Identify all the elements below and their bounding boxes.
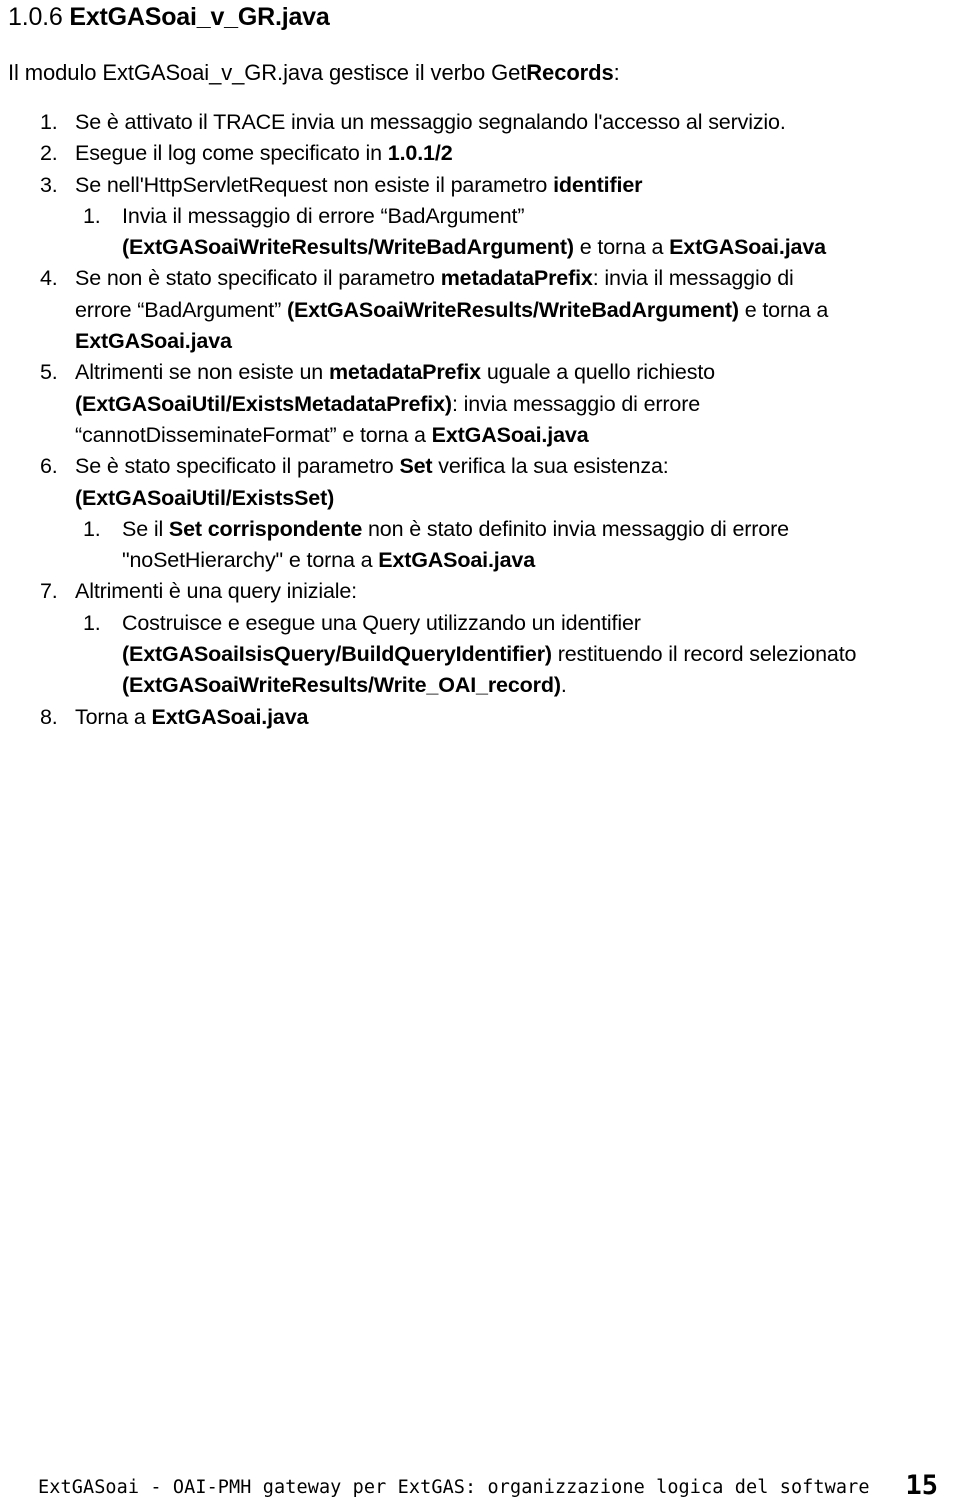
body-text: non è stato definito invia messaggio di …	[362, 516, 789, 541]
body-text: e torna a	[573, 235, 670, 260]
body-text: Se è attivato il TRACE invia un messaggi…	[75, 110, 786, 134]
body-text: Altrimenti se non esiste un	[75, 360, 329, 385]
emphasis-text: ExtGASoai.java	[75, 329, 232, 354]
outline-item: 1. Invia il messaggio di errore “BadArgum…	[0, 201, 960, 264]
body-text: Invia il messaggio di errore “BadArgumen…	[122, 203, 525, 228]
outline-item-marker: 3.	[40, 172, 58, 197]
emphasis-text: (ExtGASoaiWriteResults/WriteBadArgument)	[286, 297, 739, 322]
outline-item-marker: 2.	[40, 141, 58, 166]
outline-item-line: Se non è stato specificato il parametro …	[75, 263, 952, 294]
body-text: Se il	[122, 516, 169, 541]
outline-item-marker: 1.	[83, 203, 101, 228]
intro-verb-plain: Get	[491, 60, 527, 85]
outline-item-line: "noSetHierarchy" e torna a ExtGASoai.jav…	[122, 545, 952, 576]
emphasis-text: ExtGASoai.java	[669, 235, 826, 260]
outline-item-marker: 1.	[83, 610, 101, 635]
emphasis-text: 1.0.1/2	[387, 141, 453, 166]
section-number: 1.0.6	[8, 3, 63, 31]
emphasis-text: (ExtGASoaiUtil/ExistsMetadataPrefix)	[75, 391, 452, 416]
page-number: 15	[905, 1470, 938, 1501]
emphasis-text: ExtGASoai.java	[431, 422, 589, 447]
outline-item-marker: 4.	[40, 266, 58, 291]
emphasis-text: (ExtGASoaiWriteResults/Write_OAI_record)	[122, 673, 561, 698]
emphasis-text: ExtGASoai.java	[151, 704, 309, 729]
outline-item: 6. Se è stato specificato il parametro Se…	[0, 451, 960, 514]
body-text: Costruisce e esegue una Query utilizzand…	[122, 610, 641, 635]
body-text: Se nell'HttpServletRequest non esiste il…	[75, 172, 554, 197]
outline-item-marker: 5.	[40, 360, 58, 385]
outline-item-line: Esegue il log come specificato in 1.0.1/…	[75, 138, 952, 169]
emphasis-text: metadataPrefix	[440, 266, 593, 291]
emphasis-text: ExtGASoai.java	[378, 548, 536, 573]
outline-item-line: (ExtGASoaiWriteResults/Write_OAI_record)…	[122, 670, 952, 701]
body-text: Altrimenti è una query iniziale:	[75, 579, 358, 604]
intro-text-before: Il modulo ExtGASoai_v_GR.java gestisce i…	[8, 60, 492, 85]
outline-item: 1. Se è attivato il TRACE invia un messag…	[0, 107, 960, 138]
outline-item-line: (ExtGASoaiUtil/ExistsSet)	[75, 483, 952, 514]
intro-paragraph: Il modulo ExtGASoai_v_GR.java gestisce i…	[8, 58, 620, 88]
outline-item-line: Se è stato specificato il parametro Set …	[75, 451, 952, 482]
body-text: e torna a	[738, 297, 829, 322]
outline-item-line: Altrimenti è una query iniziale:	[75, 576, 952, 607]
section-title: ExtGASoai_v_GR.java	[69, 3, 330, 31]
outline-item: 5. Altrimenti se non esiste un metadataPr…	[0, 357, 960, 451]
page-footer: ExtGASoai - OAI-PMH gateway per ExtGAS: …	[0, 1462, 960, 1501]
body-text: restituendo il record selezionato	[551, 642, 857, 667]
outline-item-line: Se è attivato il TRACE invia un messaggi…	[75, 107, 952, 138]
outline-item-line: Torna a ExtGASoai.java	[75, 702, 952, 733]
outline-item-marker: 7.	[40, 579, 58, 604]
outline-item-line: Se il Set corrispondente non è stato def…	[122, 514, 952, 545]
outline-item-line: Invia il messaggio di errore “BadArgumen…	[122, 201, 952, 232]
outline-item-line: (ExtGASoaiUtil/ExistsMetadataPrefix): in…	[75, 389, 952, 420]
outline-item-marker: 6.	[40, 454, 58, 479]
outline-item-line: errore “BadArgument” (ExtGASoaiWriteResu…	[75, 295, 952, 326]
outline-item-line: Altrimenti se non esiste un metadataPref…	[75, 357, 952, 388]
document-page: 1.0.6 ExtGASoai_v_GR.java Il modulo ExtG…	[0, 0, 960, 1512]
outline-item: 1. Se il Set corrispondente non è stato d…	[0, 514, 960, 577]
body-text: : invia messaggio di errore	[451, 391, 701, 416]
outline-item: 2. Esegue il log come specificato in 1.0.…	[0, 138, 960, 169]
footer-title: ExtGASoai - OAI-PMH gateway per ExtGAS: …	[38, 1477, 870, 1498]
outline-item: 7. Altrimenti è una query iniziale:	[0, 576, 960, 607]
emphasis-text: (ExtGASoaiUtil/ExistsSet)	[75, 485, 335, 510]
outline-item: 1. Costruisce e esegue una Query utilizza…	[0, 608, 960, 702]
body-text: "noSetHierarchy" e torna a	[122, 548, 379, 573]
emphasis-text: Set	[399, 454, 433, 479]
outline-item-marker: 1.	[40, 110, 58, 134]
body-text: errore “BadArgument”	[75, 297, 287, 322]
body-text: Se non è stato specificato il parametro	[75, 266, 441, 291]
outline-item: 8. Torna a ExtGASoai.java	[0, 702, 960, 733]
body-text: Se è stato specificato il parametro	[75, 454, 400, 479]
body-text: .	[560, 673, 567, 698]
emphasis-text: (ExtGASoaiIsisQuery/BuildQueryIdentifier…	[122, 642, 552, 667]
outline-item-line: (ExtGASoaiIsisQuery/BuildQueryIdentifier…	[122, 639, 952, 670]
outline-item: 4. Se non è stato specificato il parametr…	[0, 263, 960, 357]
procedure-outline-list: 1. Se è attivato il TRACE invia un messag…	[0, 107, 960, 733]
emphasis-text: (ExtGASoaiWriteResults/WriteBadArgument)	[122, 235, 574, 260]
body-text: “cannotDisseminateFormat” e torna a	[75, 422, 432, 447]
outline-item-marker: 8.	[40, 704, 58, 729]
outline-item-line: (ExtGASoaiWriteResults/WriteBadArgument)…	[122, 232, 952, 263]
outline-item-marker: 1.	[83, 516, 101, 541]
body-text: Torna a	[75, 704, 152, 729]
body-text: : invia il messaggio di	[592, 266, 794, 291]
outline-item-line: “cannotDisseminateFormat” e torna a ExtG…	[75, 420, 952, 451]
intro-text-after: :	[613, 60, 620, 85]
emphasis-text: Set corrispondente	[168, 516, 363, 541]
outline-item-line: Costruisce e esegue una Query utilizzand…	[122, 608, 952, 639]
outline-item: 3. Se nell'HttpServletRequest non esiste …	[0, 170, 960, 201]
emphasis-text: metadataPrefix	[328, 360, 481, 385]
body-text: verifica la sua esistenza:	[432, 454, 669, 479]
outline-item-line: ExtGASoai.java	[75, 326, 952, 357]
body-text: uguale a quello richiesto	[481, 360, 715, 385]
intro-verb-bold: Records	[526, 60, 614, 85]
section-heading: 1.0.6 ExtGASoai_v_GR.java	[8, 2, 330, 32]
emphasis-text: identifier	[553, 172, 643, 197]
outline-item-line: Se nell'HttpServletRequest non esiste il…	[75, 170, 952, 201]
body-text: Esegue il log come specificato in	[75, 141, 388, 166]
